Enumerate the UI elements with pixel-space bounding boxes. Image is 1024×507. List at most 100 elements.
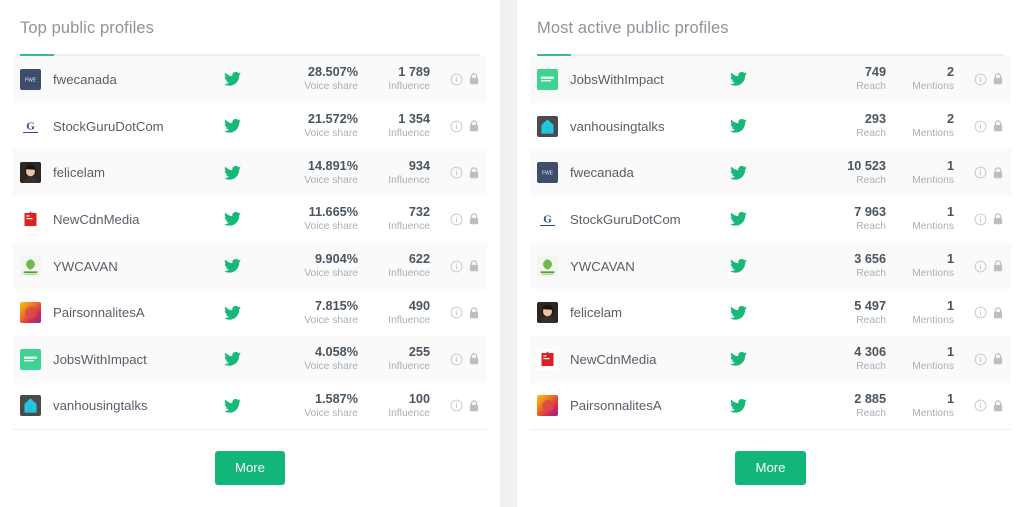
metric-secondary-label: Mentions bbox=[912, 361, 954, 373]
row-actions bbox=[954, 212, 1004, 226]
profile-username[interactable]: vanhousingtalks bbox=[570, 119, 716, 134]
metric-secondary-label: Influence bbox=[388, 407, 430, 419]
lock-icon[interactable] bbox=[992, 119, 1004, 133]
table-row[interactable]: NewCdnMedia 4 306 Reach 1 Mentions bbox=[530, 336, 1011, 383]
profile-username[interactable]: JobsWithImpact bbox=[570, 72, 716, 87]
metric-primary-value: 2 885 bbox=[854, 391, 886, 406]
twitter-icon bbox=[210, 398, 254, 413]
lock-icon[interactable] bbox=[468, 119, 480, 133]
title-underline-accent bbox=[20, 54, 480, 56]
metric-secondary-label: Influence bbox=[388, 221, 430, 233]
metric-secondary-value: 1 354 bbox=[398, 111, 430, 126]
metric-primary-value: 5 497 bbox=[854, 298, 886, 313]
profile-username[interactable]: StockGuruDotCom bbox=[570, 212, 716, 227]
table-row[interactable]: NewCdnMedia 11.665% Voice share 732 Influenc… bbox=[13, 196, 487, 243]
metric-primary: 5 497 Reach bbox=[760, 299, 886, 327]
info-icon[interactable] bbox=[450, 353, 463, 366]
twitter-icon bbox=[716, 352, 760, 367]
lock-icon[interactable] bbox=[992, 352, 1004, 366]
twitter-icon bbox=[716, 305, 760, 320]
profile-username[interactable]: fwecanada bbox=[570, 165, 716, 180]
metric-secondary: 732 Influence bbox=[358, 205, 430, 233]
lock-icon[interactable] bbox=[468, 72, 480, 86]
fwecanada-avatar: FWE bbox=[20, 68, 41, 90]
table-row[interactable]: PairsonnalitesA 2 885 Reach 1 Mentions bbox=[530, 383, 1011, 430]
table-row[interactable]: PairsonnalitesA 7.815% Voice share 490 Influ… bbox=[13, 289, 487, 336]
vanhousingtalks-avatar bbox=[20, 395, 41, 417]
profile-username[interactable]: felicelam bbox=[53, 165, 210, 180]
table-row[interactable]: G StockGuruDotCom 21.572% Voice share 1 354 I… bbox=[13, 103, 487, 150]
info-icon[interactable] bbox=[450, 73, 463, 86]
metric-primary: 749 Reach bbox=[760, 65, 886, 93]
profile-username[interactable]: vanhousingtalks bbox=[53, 398, 210, 413]
profile-username[interactable]: JobsWithImpact bbox=[53, 352, 210, 367]
table-row[interactable]: JobsWithImpact 4.058% Voice share 255 Influe… bbox=[13, 336, 487, 383]
table-row[interactable]: YWCAVAN 9.904% Voice share 622 Influence bbox=[13, 242, 487, 290]
metric-secondary-value: 1 bbox=[946, 252, 954, 267]
profile-username[interactable]: NewCdnMedia bbox=[570, 352, 716, 367]
lock-icon[interactable] bbox=[992, 259, 1004, 273]
info-icon[interactable] bbox=[450, 306, 463, 319]
info-icon[interactable] bbox=[974, 166, 987, 179]
table-row[interactable]: FWE fwecanada 28.507% Voice share 1 789 Influ… bbox=[13, 56, 487, 103]
info-icon[interactable] bbox=[974, 260, 987, 273]
lock-icon[interactable] bbox=[468, 212, 480, 226]
table-row[interactable]: JobsWithImpact 749 Reach 2 Mentions bbox=[530, 56, 1011, 103]
jobswithimpact-avatar bbox=[537, 68, 558, 90]
lock-icon[interactable] bbox=[468, 166, 480, 180]
info-icon[interactable] bbox=[450, 213, 463, 226]
lock-icon[interactable] bbox=[992, 166, 1004, 180]
lock-icon[interactable] bbox=[992, 72, 1004, 86]
table-row[interactable]: FWE fwecanada 10 523 Reach 1 Mentions bbox=[530, 149, 1011, 197]
profile-username[interactable]: NewCdnMedia bbox=[53, 212, 210, 227]
info-icon[interactable] bbox=[450, 399, 463, 412]
more-button[interactable]: More bbox=[735, 450, 806, 485]
metric-secondary: 1 354 Influence bbox=[358, 112, 430, 140]
lock-icon[interactable] bbox=[468, 352, 480, 366]
table-row[interactable]: G StockGuruDotCom 7 963 Reach 1 Mentions bbox=[530, 196, 1011, 243]
info-icon[interactable] bbox=[974, 120, 987, 133]
lock-icon[interactable] bbox=[992, 212, 1004, 226]
lock-icon[interactable] bbox=[468, 306, 480, 320]
metric-primary-label: Reach bbox=[856, 174, 886, 186]
profile-username[interactable]: PairsonnalitesA bbox=[53, 305, 210, 320]
profile-username[interactable]: fwecanada bbox=[53, 72, 210, 87]
table-row[interactable]: vanhousingtalks 1.587% Voice share 100 Influ… bbox=[13, 383, 487, 430]
profile-username[interactable]: felicelam bbox=[570, 305, 716, 320]
metric-secondary: 1 Mentions bbox=[886, 299, 954, 327]
profile-username[interactable]: PairsonnalitesA bbox=[570, 398, 716, 413]
metric-primary: 11.665% Voice share bbox=[254, 205, 358, 233]
metric-secondary-value: 1 bbox=[946, 158, 954, 173]
info-icon[interactable] bbox=[974, 213, 987, 226]
lock-icon[interactable] bbox=[468, 259, 480, 273]
info-icon[interactable] bbox=[974, 306, 987, 319]
info-icon[interactable] bbox=[450, 120, 463, 133]
row-actions bbox=[954, 399, 1004, 413]
metric-secondary-value: 1 bbox=[946, 298, 954, 313]
lock-icon[interactable] bbox=[468, 399, 480, 413]
twitter-icon bbox=[716, 259, 760, 273]
metric-secondary-value: 934 bbox=[408, 158, 430, 173]
info-icon[interactable] bbox=[974, 353, 987, 366]
profile-username[interactable]: YWCAVAN bbox=[570, 259, 716, 274]
lock-icon[interactable] bbox=[992, 399, 1004, 413]
info-icon[interactable] bbox=[450, 166, 463, 179]
table-row[interactable]: YWCAVAN 3 656 Reach 1 Mentions bbox=[530, 242, 1011, 290]
twitter-icon bbox=[716, 165, 760, 180]
info-icon[interactable] bbox=[974, 73, 987, 86]
table-row[interactable]: vanhousingtalks 293 Reach 2 Mentions bbox=[530, 103, 1011, 150]
lock-icon[interactable] bbox=[992, 306, 1004, 320]
more-button[interactable]: More bbox=[214, 450, 286, 485]
profile-username[interactable]: YWCAVAN bbox=[53, 259, 210, 274]
profile-username[interactable]: StockGuruDotCom bbox=[53, 119, 210, 134]
panel-divider bbox=[500, 0, 517, 507]
metric-secondary: 2 Mentions bbox=[886, 65, 954, 93]
info-icon[interactable] bbox=[974, 399, 987, 412]
twitter-icon bbox=[210, 305, 254, 320]
metric-primary: 9.904% Voice share bbox=[254, 252, 358, 280]
table-row[interactable]: felicelam 14.891% Voice share 934 Influence bbox=[13, 149, 487, 197]
metric-secondary: 1 Mentions bbox=[886, 252, 954, 280]
table-row[interactable]: felicelam 5 497 Reach 1 Mentions bbox=[530, 289, 1011, 336]
info-icon[interactable] bbox=[450, 260, 463, 273]
metric-primary: 2 885 Reach bbox=[760, 392, 886, 420]
